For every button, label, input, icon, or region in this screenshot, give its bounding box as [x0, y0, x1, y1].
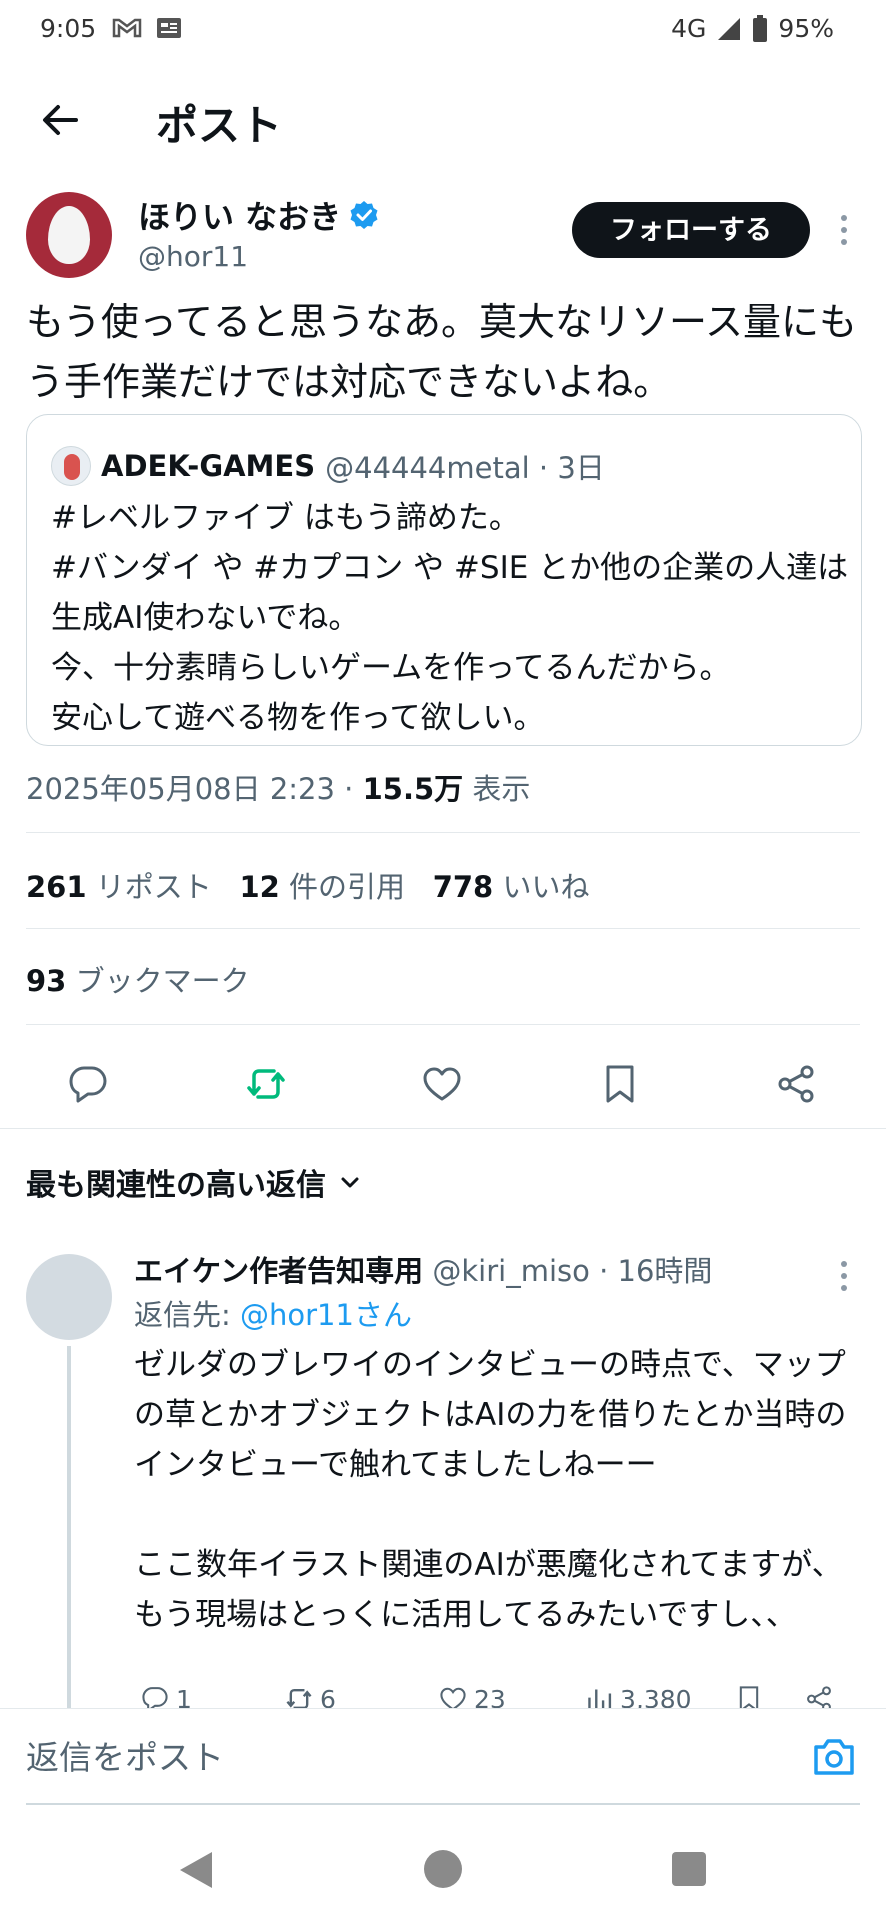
bookmarks-count: 93 [26, 964, 67, 998]
likes-count: 778 [432, 870, 494, 904]
quote-line: #レベルファイブ はもう諦めた。 [51, 500, 520, 536]
reposts-label: リポスト [95, 870, 212, 904]
reply-input[interactable]: 返信をポスト [26, 1731, 224, 1779]
composer-underline [26, 1803, 860, 1805]
thread-line [67, 1346, 71, 1716]
reply-composer: 返信をポスト [0, 1708, 886, 1805]
quote-line: 今、十分素晴らしいゲームを作ってるんだから。 [51, 650, 731, 686]
status-bar: 9:05 4G 95% [0, 0, 886, 62]
quotes-label: 件の引用 [289, 870, 406, 904]
nav-recents-icon[interactable] [672, 1852, 706, 1886]
divider [26, 1024, 860, 1025]
avatar[interactable] [26, 192, 112, 278]
reply-actions: 1 6 23 3,380 [0, 1676, 886, 1712]
page-title: ポスト [156, 101, 283, 150]
nav-home-icon[interactable] [424, 1850, 462, 1888]
app-bar: ポスト [0, 62, 886, 178]
reply-icon[interactable] [66, 1062, 110, 1106]
post-text: もう使ってると思うなあ。莫大なリソース量にもう手作業だけでは対応できないよね。 [26, 300, 858, 404]
reply-sort-dropdown[interactable]: 最も関連性の高い返信 [26, 1160, 362, 1204]
chevron-down-icon [341, 1177, 359, 1188]
quote-line: #バンダイ や #カプコン や #SIE とか他の企業の人達は生成AI使わないで… [51, 550, 849, 636]
reply-to: 返信先: @hor11さん [134, 1292, 412, 1334]
signal-icon [718, 17, 741, 40]
verified-badge-icon [350, 201, 378, 229]
views-label: 表示 [463, 772, 531, 806]
reply-text: ゼルダのブレワイのインタビューの時点で、マップの草とかオブジェクトはAIの力を借… [134, 1347, 847, 1633]
repost-icon[interactable] [244, 1062, 288, 1106]
quote-avatar [51, 446, 91, 486]
camera-icon[interactable] [810, 1733, 858, 1781]
share-icon[interactable] [774, 1062, 818, 1106]
network-type: 4G [671, 14, 707, 43]
quotes-stat[interactable]: 12 件の引用 [239, 870, 405, 904]
post-actions [0, 1044, 886, 1124]
divider [26, 832, 860, 833]
more-icon[interactable] [834, 1256, 854, 1296]
likes-stat[interactable]: 778 いいね [433, 870, 590, 904]
author-name[interactable]: ほりい なおき [138, 192, 341, 238]
battery-icon [753, 14, 768, 42]
reply-to-link[interactable]: @hor11さん [240, 1298, 412, 1332]
reposts-stat[interactable]: 261 リポスト [26, 870, 212, 904]
divider [26, 928, 860, 929]
reply-author-name[interactable]: エイケン作者告知専用 [134, 1254, 423, 1288]
bookmarks-label: ブックマーク [75, 964, 250, 998]
post-timestamp: 2025年05月08日 2:23 · 15.5万 表示 [26, 766, 530, 808]
reply-sort-label: 最も関連性の高い返信 [26, 1168, 326, 1203]
views-count: 15.5万 [362, 772, 464, 806]
news-icon [157, 18, 181, 38]
engagement-stats: 261 リポスト 12 件の引用 778 いいね [26, 864, 589, 906]
quoted-post[interactable]: ADEK-GAMES @44444metal · 3日 #レベルファイブ はもう… [26, 414, 862, 746]
follow-button[interactable]: フォローする [572, 202, 810, 258]
bookmark-icon[interactable] [598, 1062, 642, 1106]
back-arrow-icon[interactable] [36, 96, 84, 144]
reposts-count: 261 [26, 870, 87, 904]
reply-to-prefix: 返信先: [134, 1298, 240, 1332]
author-handle[interactable]: @hor11 [138, 240, 248, 273]
nav-back-icon[interactable] [180, 1852, 212, 1888]
likes-label: いいね [502, 870, 590, 904]
timestamp-text: 2025年05月08日 2:23 · [26, 772, 363, 806]
divider [0, 1128, 886, 1129]
quote-text: #レベルファイブ はもう諦めた。 #バンダイ や #カプコン や #SIE とか… [51, 493, 851, 743]
bookmarks-stat[interactable]: 93 ブックマーク [26, 958, 250, 1000]
avatar[interactable] [26, 1254, 112, 1340]
quote-author-name: ADEK-GAMES [101, 449, 316, 483]
battery-level: 95% [778, 14, 834, 43]
quote-meta: @44444metal · 3日 [325, 451, 605, 485]
like-icon[interactable] [420, 1062, 464, 1106]
post-author: ほりい なおき @hor11 フォローする [0, 186, 886, 286]
quotes-count: 12 [239, 870, 280, 904]
gmail-icon [112, 18, 142, 38]
system-nav-bar [0, 1820, 886, 1920]
status-time: 9:05 [40, 14, 97, 43]
reply-meta: @kiri_miso · 16時間 [423, 1254, 713, 1288]
quote-line: 安心して遊べる物を作って欲しい。 [51, 700, 545, 736]
author-name-row[interactable]: ほりい なおき [138, 192, 379, 238]
more-icon[interactable] [834, 210, 854, 250]
reply-post[interactable]: エイケン作者告知専用 @kiri_miso · 16時間 返信先: @hor11… [0, 1240, 886, 1716]
